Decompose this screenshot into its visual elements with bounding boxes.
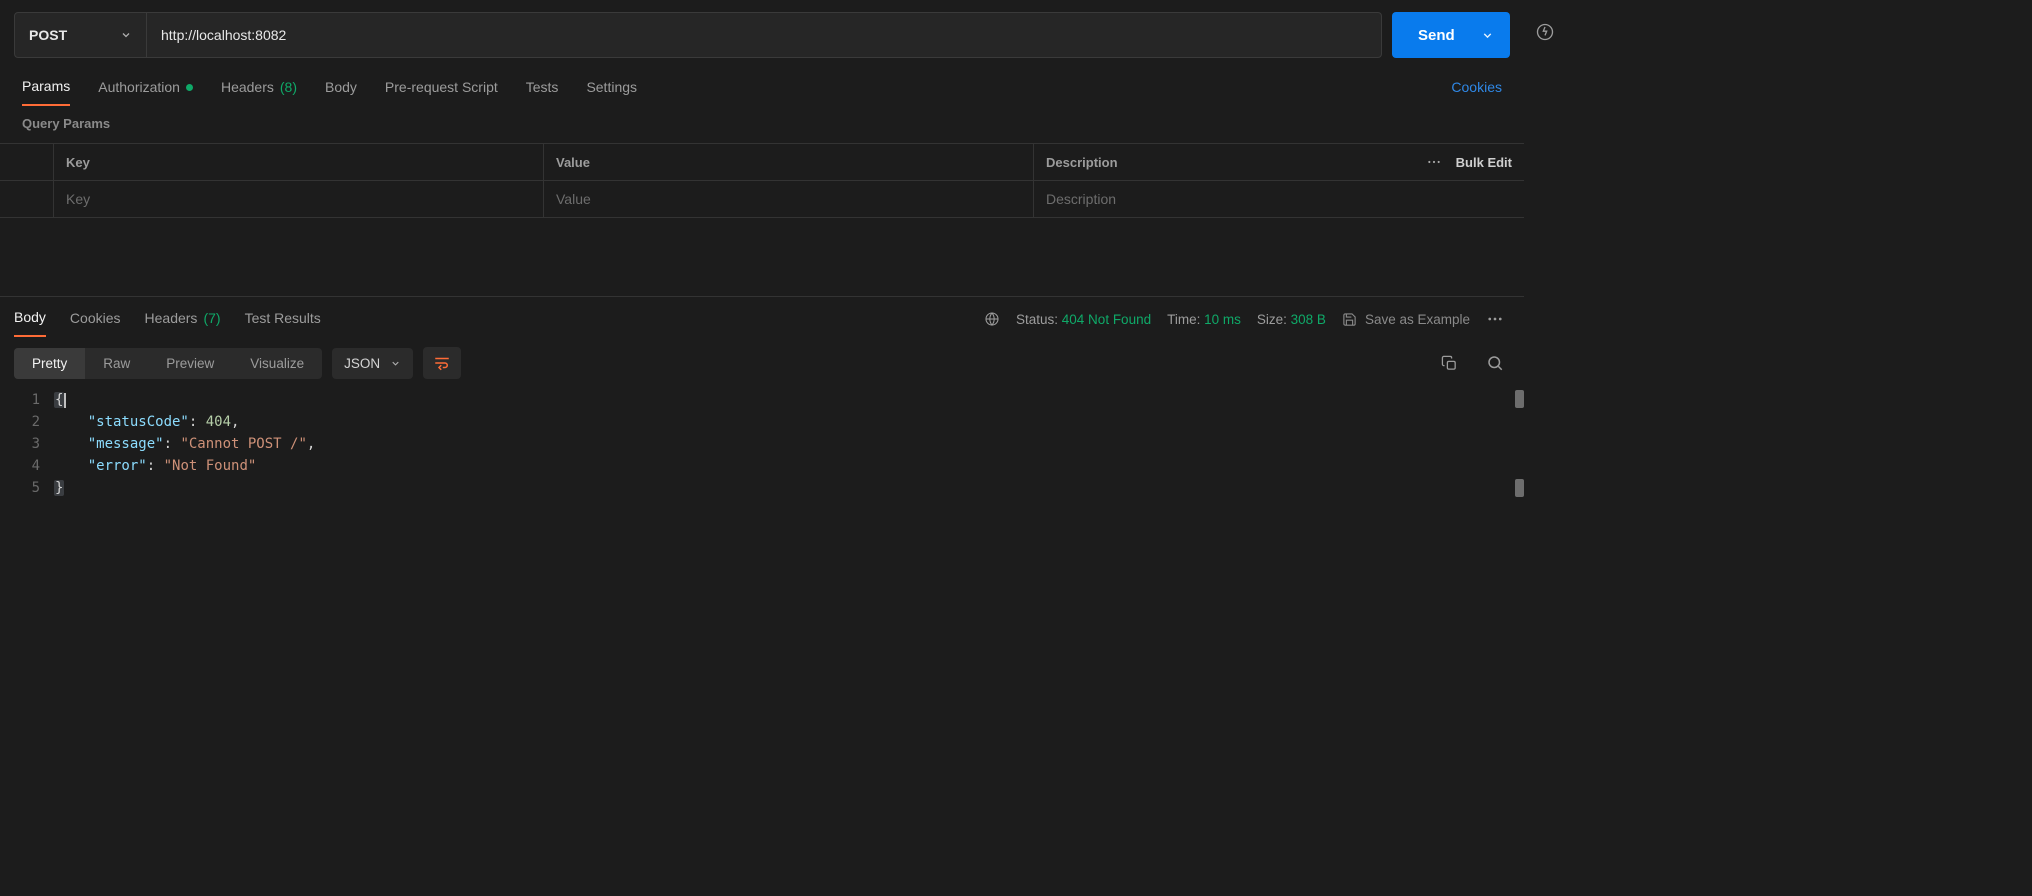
save-as-example[interactable]: Save as Example <box>1342 312 1470 327</box>
status-value: 404 Not Found <box>1062 312 1151 327</box>
http-method-select[interactable]: POST <box>15 13 147 57</box>
cursor <box>64 393 66 408</box>
send-button-label: Send <box>1418 27 1455 44</box>
more-icon[interactable] <box>1426 154 1442 170</box>
param-description-input[interactable] <box>1034 181 1524 217</box>
cookies-link[interactable]: Cookies <box>1451 73 1502 105</box>
description-column-header: Description Bulk Edit <box>1034 144 1524 180</box>
right-rail <box>1524 0 1566 509</box>
tab-response-headers[interactable]: Headers (7) <box>145 302 221 336</box>
view-preview[interactable]: Preview <box>148 348 232 379</box>
status-dot-icon <box>186 84 193 91</box>
size-block: Size: 308 B <box>1257 312 1326 327</box>
value-column-header: Value <box>544 144 1034 180</box>
query-params-heading: Query Params <box>0 106 1524 143</box>
format-select[interactable]: JSON <box>332 348 413 379</box>
lightbulb-icon[interactable] <box>1535 22 1555 509</box>
time-value: 10 ms <box>1204 312 1241 327</box>
tab-headers[interactable]: Headers (8) <box>221 73 297 105</box>
tab-test-results[interactable]: Test Results <box>245 302 321 336</box>
time-block: Time: 10 ms <box>1167 312 1241 327</box>
url-input[interactable] <box>147 13 1381 57</box>
more-icon[interactable] <box>1486 310 1504 328</box>
param-value-input[interactable] <box>544 181 1033 217</box>
copy-icon[interactable] <box>1441 355 1458 372</box>
tab-settings[interactable]: Settings <box>586 73 637 105</box>
chevron-down-icon <box>120 29 132 41</box>
bulk-edit-link[interactable]: Bulk Edit <box>1456 155 1512 170</box>
chevron-down-icon <box>1481 29 1494 42</box>
http-method-value: POST <box>29 27 67 43</box>
response-body-toolbar: Pretty Raw Preview Visualize JSON <box>0 337 1524 389</box>
headers-count: (8) <box>280 79 297 95</box>
response-tabs: Body Cookies Headers (7) Test Results St… <box>0 296 1524 337</box>
save-icon <box>1342 312 1357 327</box>
tab-tests[interactable]: Tests <box>526 73 559 105</box>
tab-response-body[interactable]: Body <box>14 301 46 337</box>
key-column-header: Key <box>54 144 544 180</box>
globe-icon[interactable] <box>984 311 1000 327</box>
request-tabs: Params Authorization Headers (8) Body Pr… <box>0 68 1524 106</box>
tab-params[interactable]: Params <box>22 72 70 106</box>
view-mode-segment: Pretty Raw Preview Visualize <box>14 348 322 379</box>
line-wrap-button[interactable] <box>423 347 461 379</box>
tab-body[interactable]: Body <box>325 73 357 105</box>
send-button[interactable]: Send <box>1392 12 1510 58</box>
response-body-viewer[interactable]: 1 { 2 "statusCode": 404, 3 "message": "C… <box>0 389 1524 509</box>
request-url-bar: POST <box>14 12 1382 58</box>
view-visualize[interactable]: Visualize <box>232 348 322 379</box>
line-number: 4 <box>14 455 54 477</box>
tab-response-cookies[interactable]: Cookies <box>70 302 121 336</box>
scrollbar-thumb[interactable] <box>1515 390 1524 408</box>
tab-prerequest[interactable]: Pre-request Script <box>385 73 498 105</box>
chevron-down-icon <box>390 358 401 369</box>
line-number: 1 <box>14 389 54 411</box>
checkbox-column-header <box>0 144 54 180</box>
view-raw[interactable]: Raw <box>85 348 148 379</box>
line-number: 5 <box>14 477 54 499</box>
status-block: Status: 404 Not Found <box>1016 312 1151 327</box>
size-value: 308 B <box>1291 312 1326 327</box>
query-params-table: Key Value Description Bulk Edit <box>0 143 1524 218</box>
scrollbar-thumb[interactable] <box>1515 479 1524 497</box>
view-pretty[interactable]: Pretty <box>14 348 85 379</box>
search-icon[interactable] <box>1486 354 1504 372</box>
param-key-input[interactable] <box>54 181 543 217</box>
tab-authorization[interactable]: Authorization <box>98 73 193 105</box>
response-headers-count: (7) <box>203 310 220 326</box>
line-number: 3 <box>14 433 54 455</box>
line-number: 2 <box>14 411 54 433</box>
table-row <box>0 181 1524 218</box>
